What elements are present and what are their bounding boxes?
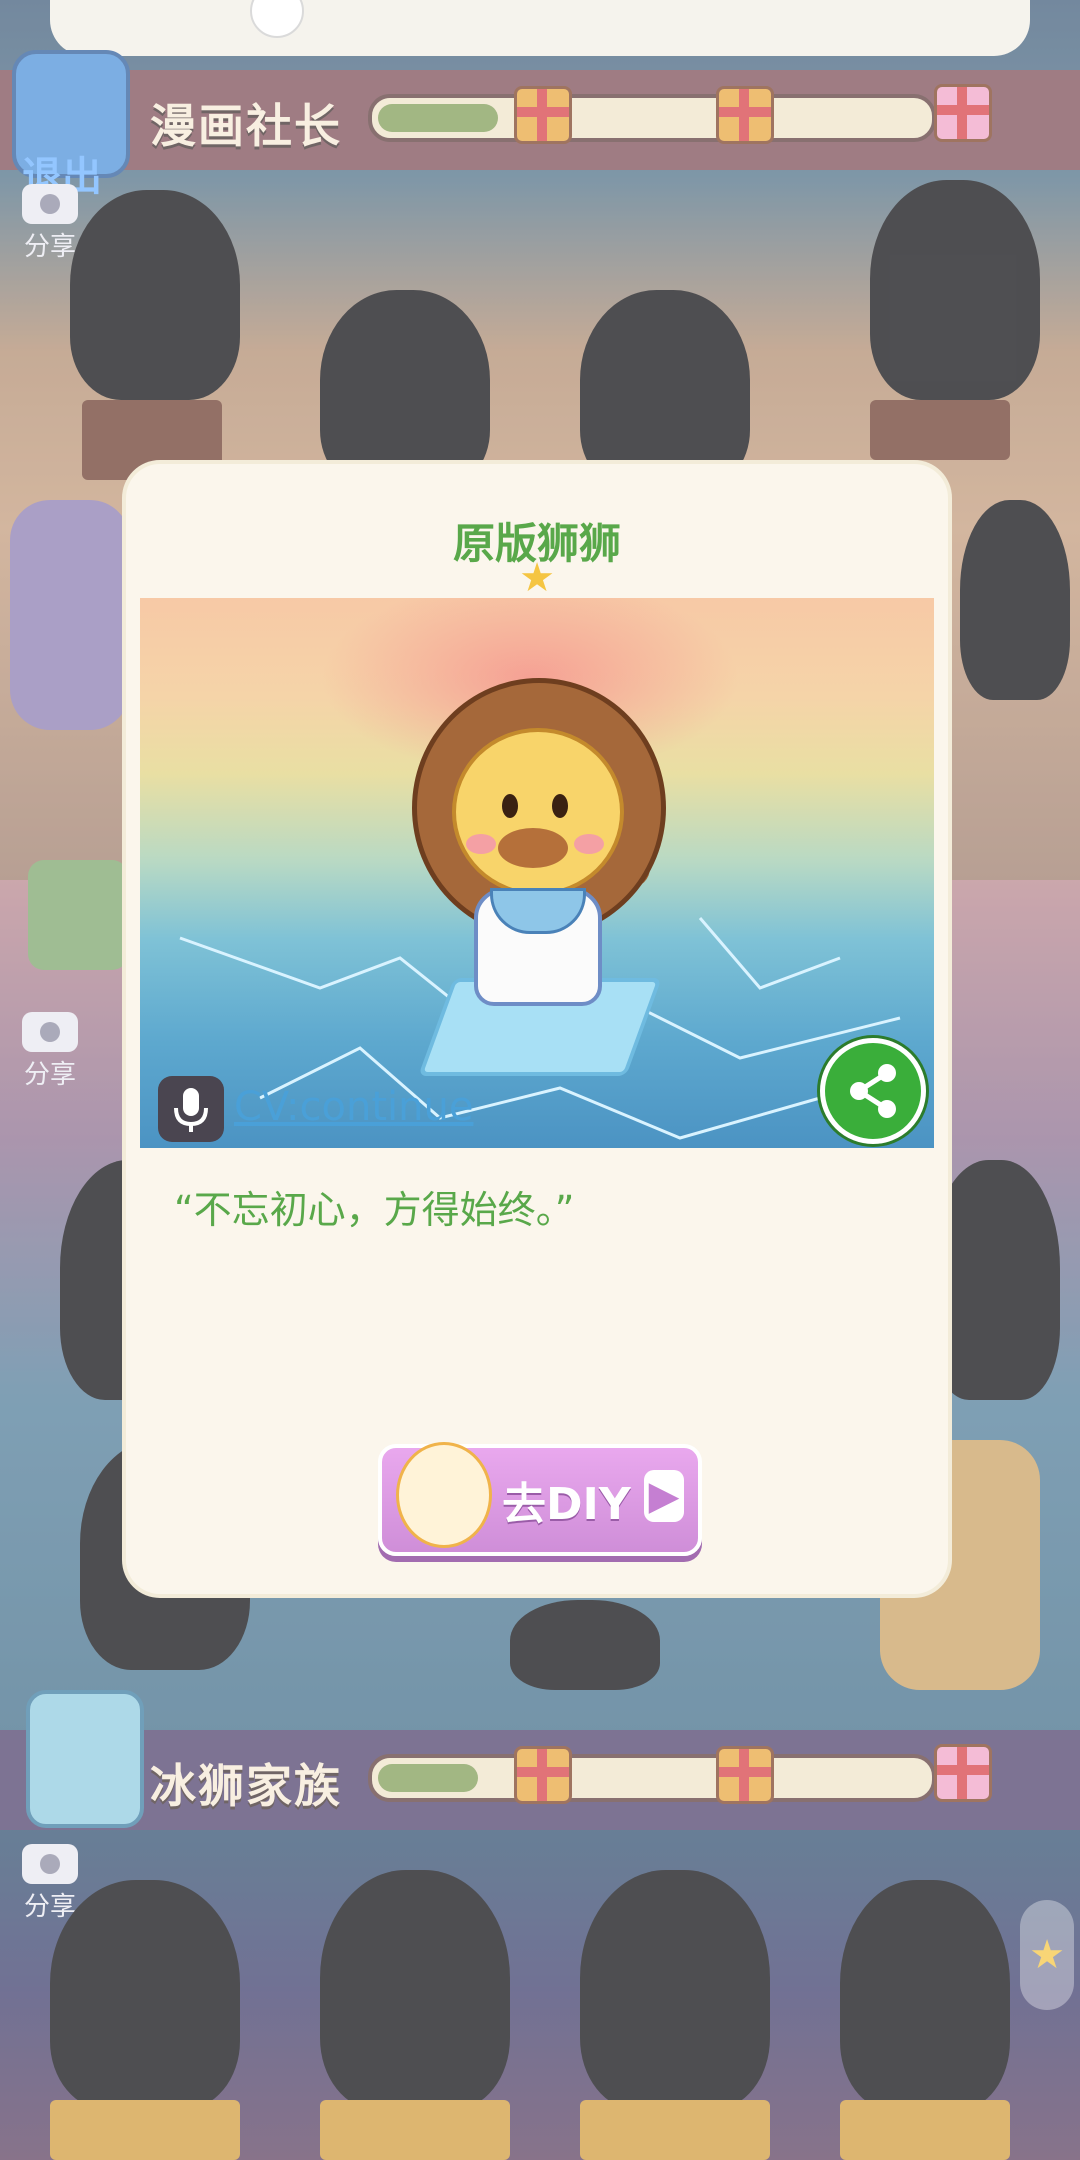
- go-diy-button[interactable]: 去DIY ▶: [378, 1442, 702, 1556]
- star-icon: ★: [519, 555, 555, 601]
- lion-cheek: [574, 834, 604, 854]
- voice-actor-link[interactable]: CV:continue: [234, 1084, 473, 1130]
- lion-eye: [552, 794, 568, 818]
- lion-cheek: [466, 834, 496, 854]
- lion-face: [452, 728, 624, 896]
- diy-mascot-icon: [396, 1442, 492, 1548]
- share-icon[interactable]: [820, 1038, 926, 1144]
- character-detail-dialog: 原版狮狮 ★ CV:continue “不忘初心，方得始终。” 去DIY ▶: [126, 464, 948, 1594]
- lion-muzzle: [498, 828, 568, 868]
- character-quote: “不忘初心，方得始终。”: [174, 1188, 575, 1232]
- microphone-icon[interactable]: [158, 1076, 224, 1142]
- play-arrow-icon: ▶: [644, 1470, 684, 1522]
- character-illustration: CV:continue: [140, 598, 934, 1148]
- lion-eye: [502, 794, 518, 818]
- diy-button-label: 去DIY: [502, 1479, 631, 1530]
